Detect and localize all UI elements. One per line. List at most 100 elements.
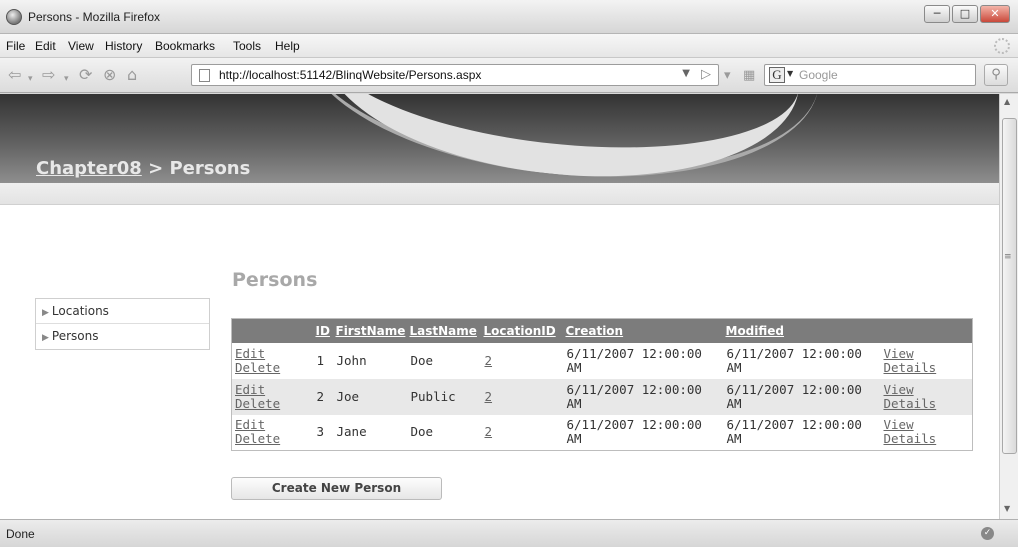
cell-view: View Details	[881, 415, 973, 451]
delete-link[interactable]: Delete	[235, 431, 280, 446]
header-locationid[interactable]: LocationID	[481, 318, 564, 343]
menu-help[interactable]: Help	[275, 39, 300, 53]
google-engine-icon[interactable]: G	[769, 67, 785, 83]
engine-dropdown-icon[interactable]: ▼	[787, 69, 793, 78]
cell-modified: 6/11/2007 12:00:00 AM	[723, 378, 881, 415]
header-firstname[interactable]: FirstName	[333, 318, 408, 343]
close-button[interactable]: ✕	[980, 5, 1010, 23]
menu-bar: File Edit View History Bookmarks Tools H…	[0, 34, 1018, 58]
address-bar[interactable]: http://localhost:51142/BlinqWebsite/Pers…	[191, 64, 719, 86]
row-actions: Edit Delete	[232, 343, 314, 379]
sidebar-item-locations[interactable]: ▶ Locations	[36, 299, 209, 324]
chevron-right-icon: ▶	[42, 333, 49, 343]
cell-id: 3	[316, 424, 325, 440]
menu-history[interactable]: History	[105, 39, 142, 53]
menu-bookmarks[interactable]: Bookmarks	[155, 39, 215, 53]
cell-lastname: Doe	[410, 352, 434, 368]
sub-banner-strip	[0, 183, 1000, 205]
header-actions	[231, 318, 314, 343]
page-title: Persons	[232, 269, 318, 291]
sidebar-item-persons[interactable]: ▶ Persons	[36, 324, 209, 349]
scroll-down-icon[interactable]: ▼	[1004, 504, 1010, 513]
create-new-person-button[interactable]: Create New Person	[231, 477, 442, 500]
menu-file[interactable]: File	[6, 39, 25, 53]
window-title: Persons - Mozilla Firefox	[28, 10, 161, 24]
header-id[interactable]: ID	[313, 318, 334, 343]
address-url[interactable]: http://localhost:51142/BlinqWebsite/Pers…	[219, 68, 481, 82]
cell-view: View Details	[880, 378, 973, 415]
view-details-link[interactable]: View Details	[884, 382, 937, 411]
breadcrumb-separator: >	[148, 158, 164, 179]
delete-link[interactable]: Delete	[235, 396, 280, 411]
menu-view[interactable]: View	[68, 39, 94, 53]
scrollbar-grip-icon: ≡	[1004, 252, 1012, 262]
table-row: Edit Delete 2 Joe Public 2 6/11/2007 12:…	[231, 378, 973, 415]
search-input[interactable]: Google	[799, 68, 838, 82]
cell-lastname: Doe	[410, 424, 434, 440]
maximize-button[interactable]: □	[952, 5, 978, 23]
banner-wave-highlight	[309, 94, 811, 183]
search-box[interactable]: G ▼ Google	[764, 64, 976, 86]
breadcrumb-root-link[interactable]: Chapter08	[36, 158, 142, 179]
cell-firstname: Jane	[336, 424, 367, 440]
delete-link[interactable]: Delete	[235, 360, 280, 375]
view-details-link[interactable]: View Details	[884, 346, 937, 375]
reload-icon[interactable]: ⟳	[79, 66, 92, 84]
table-row: Edit Delete 3 Jane Doe 2 6/11/2007 12:00…	[232, 415, 973, 451]
chevron-right-icon: ▶	[42, 308, 49, 318]
stop-icon[interactable]: ⊗	[103, 66, 116, 84]
edit-link[interactable]: Edit	[235, 382, 265, 397]
cell-creation: 6/11/2007 12:00:00 AM	[566, 345, 702, 375]
navigation-toolbar: ⇦ ▾ ⇨ ▾ ⟳ ⊗ ⌂ http://localhost:51142/Bli…	[0, 58, 1018, 93]
cell-firstname: John	[336, 352, 367, 368]
throbber-icon	[994, 38, 1010, 54]
page-icon	[199, 69, 210, 82]
firefox-icon	[6, 9, 22, 25]
location-link[interactable]: 2	[485, 389, 493, 404]
menu-edit[interactable]: Edit	[35, 39, 56, 53]
sidebar-item-label: Persons	[51, 329, 99, 343]
vertical-scrollbar[interactable]: ▲ ≡ ▼	[999, 94, 1018, 519]
cell-firstname: Joe	[333, 378, 408, 415]
cell-id: 2	[313, 378, 334, 415]
cell-creation: 6/11/2007 12:00:00 AM	[566, 417, 702, 447]
table-row: Edit Delete 1 John Doe 2 6/11/2007 12:00…	[232, 343, 973, 379]
location-link[interactable]: 2	[485, 424, 493, 439]
header-modified[interactable]: Modified	[723, 318, 881, 343]
cell-view: View Details	[881, 343, 973, 379]
sidebar-nav: ▶ Locations ▶ Persons	[35, 298, 210, 350]
cell-locationid: 2	[481, 378, 564, 415]
feed-icon[interactable]: ▾	[724, 67, 731, 85]
scroll-up-icon[interactable]: ▲	[1004, 97, 1010, 106]
cell-lastname: Public	[407, 378, 482, 415]
go-icon[interactable]: ▷	[701, 67, 711, 82]
header-view	[880, 318, 973, 343]
scrollbar-thumb[interactable]	[1002, 118, 1017, 454]
cell-locationid: 2	[482, 343, 564, 379]
home-icon[interactable]: ⌂	[127, 66, 137, 84]
row-actions: Edit Delete	[231, 378, 314, 415]
status-text: Done	[6, 527, 35, 541]
minimize-button[interactable]: ─	[924, 5, 950, 23]
persons-grid: ID FirstName LastName LocationID Creatio…	[231, 318, 973, 451]
header-creation[interactable]: Creation	[563, 318, 724, 343]
view-details-link[interactable]: View Details	[884, 417, 937, 446]
forward-dropdown-icon[interactable]: ▾	[64, 70, 69, 88]
location-link[interactable]: 2	[485, 353, 493, 368]
breadcrumb: Chapter08 > Persons	[36, 158, 250, 179]
search-icon[interactable]: ⚲	[984, 64, 1008, 86]
title-bar: Persons - Mozilla Firefox ─ □ ✕	[0, 0, 1018, 34]
edit-link[interactable]: Edit	[235, 346, 265, 361]
cell-locationid: 2	[482, 415, 564, 451]
bookmark-icon[interactable]: ▦	[743, 67, 755, 85]
header-lastname[interactable]: LastName	[407, 318, 482, 343]
forward-icon[interactable]: ⇨	[42, 66, 55, 84]
url-dropdown-icon[interactable]: ▼	[682, 68, 690, 79]
cell-creation: 6/11/2007 12:00:00 AM	[563, 378, 724, 415]
status-check-icon: ✓	[981, 527, 994, 540]
back-icon[interactable]: ⇦	[8, 66, 21, 84]
menu-tools[interactable]: Tools	[233, 39, 261, 53]
edit-link[interactable]: Edit	[235, 417, 265, 432]
site-banner: Chapter08 > Persons	[0, 94, 1000, 183]
back-dropdown-icon[interactable]: ▾	[28, 70, 33, 88]
